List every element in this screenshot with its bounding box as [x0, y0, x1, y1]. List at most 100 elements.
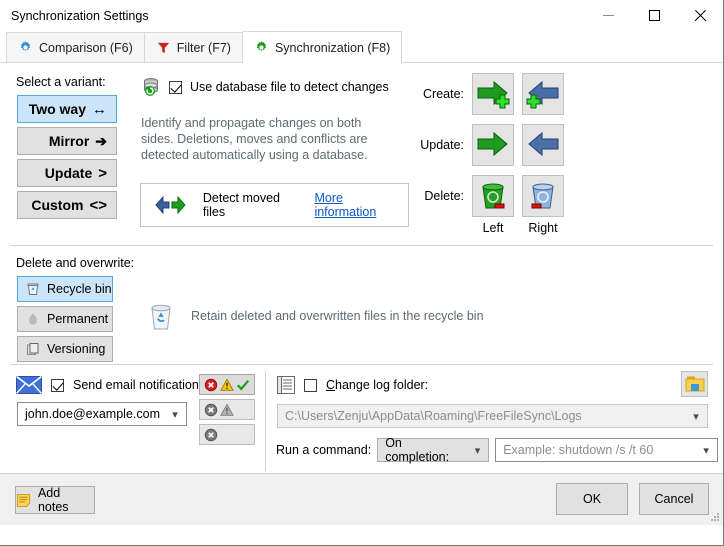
browse-log-folder-button[interactable] — [681, 371, 708, 397]
delete-right-button[interactable] — [522, 175, 564, 217]
command-input[interactable]: Example: shutdown /s /t 60 ▾ — [495, 438, 718, 462]
run-command-row: Run a command: On completion: ▾ Example:… — [276, 438, 718, 462]
two-way-arrow-icon: ↔ — [92, 102, 107, 117]
notification-level-group — [199, 374, 255, 445]
send-email-checkbox[interactable] — [51, 379, 64, 392]
minimize-button[interactable] — [585, 0, 631, 31]
variant-custom-label: Custom — [31, 197, 83, 213]
use-database-checkbox[interactable] — [169, 81, 182, 94]
resize-grip-icon[interactable] — [710, 512, 720, 522]
update-right-button[interactable] — [522, 124, 564, 166]
synchronization-settings-window: Synchronization Settings Comparison (F6)… — [0, 0, 724, 546]
notify-errors-only-button[interactable] — [199, 424, 255, 445]
log-folder-path-value: C:\Users\Zenju\AppData\Roaming\FreeFileS… — [285, 409, 582, 423]
create-left-button[interactable] — [472, 73, 514, 115]
log-folder-path-field[interactable]: C:\Users\Zenju\AppData\Roaming\FreeFileS… — [277, 404, 708, 428]
cancel-button[interactable]: Cancel — [639, 483, 709, 515]
ok-button[interactable]: OK — [556, 483, 628, 515]
add-notes-label: Add notes — [38, 486, 94, 514]
divider-bottom — [10, 364, 713, 365]
delete-overwrite-label: Delete and overwrite: — [16, 256, 134, 270]
window-controls — [585, 0, 723, 31]
notify-all-button[interactable] — [199, 374, 255, 395]
add-notes-button[interactable]: Add notes — [15, 486, 95, 514]
recycle-bin-large-icon — [145, 300, 177, 332]
variant-custom-button[interactable]: Custom <> — [17, 191, 117, 219]
variant-two-way-button[interactable]: Two way ↔ — [17, 95, 117, 123]
select-variant-label: Select a variant: — [16, 75, 106, 89]
flame-icon — [26, 312, 40, 326]
chevron-down-icon: ▾ — [695, 444, 717, 457]
blue-recycle-bin-icon — [528, 181, 558, 211]
more-information-link[interactable]: More information — [314, 191, 408, 219]
red-funnel-icon — [156, 40, 171, 55]
chevron-down-icon: ▾ — [467, 444, 488, 457]
envelope-icon — [16, 376, 42, 394]
variant-update-button[interactable]: Update > — [17, 159, 117, 187]
email-address-combobox[interactable]: john.doe@example.com ▾ — [17, 402, 187, 426]
green-recycle-bin-icon — [478, 181, 508, 211]
detect-moved-files-label: Detect moved files — [203, 191, 306, 219]
create-right-button[interactable] — [522, 73, 564, 115]
blue-left-arrow-icon — [526, 130, 560, 160]
close-icon — [694, 10, 706, 22]
delete-overwrite-description: Retain deleted and overwritten files in … — [191, 308, 484, 324]
maximize-icon — [649, 10, 660, 21]
minimize-icon — [603, 15, 614, 16]
create-label: Create: — [412, 87, 464, 101]
change-log-folder-checkbox[interactable] — [304, 379, 317, 392]
warning-icon — [220, 403, 234, 417]
command-trigger-value: On completion: — [385, 436, 467, 464]
close-button[interactable] — [677, 0, 723, 31]
ok-label: OK — [583, 492, 601, 506]
mirror-arrow-icon: ➔ — [95, 134, 107, 148]
email-address-value: john.doe@example.com — [25, 407, 160, 421]
use-database-label: Use database file to detect changes — [190, 80, 389, 94]
recycle-bin-button[interactable]: Recycle bin — [17, 276, 113, 302]
versioning-button[interactable]: Versioning — [17, 336, 113, 362]
create-row: Create: — [412, 73, 564, 115]
title-bar: Synchronization Settings — [0, 0, 723, 31]
tab-comparison[interactable]: Comparison (F6) — [6, 32, 145, 63]
use-database-row: Use database file to detect changes — [141, 77, 389, 97]
chevron-down-icon: ▾ — [685, 410, 707, 423]
permanent-label: Permanent — [47, 312, 108, 326]
delete-row: Delete: — [412, 175, 564, 217]
dialog-body: Select a variant: Two way ↔ Mirror ➔ Upd… — [0, 63, 723, 525]
direction-grid: Create: Update: — [412, 73, 564, 235]
versioning-label: Versioning — [47, 342, 105, 356]
delete-left-button[interactable] — [472, 175, 514, 217]
left-right-arrows-icon — [154, 196, 194, 214]
variant-mirror-button[interactable]: Mirror ➔ — [17, 127, 117, 155]
delete-label: Delete: — [412, 189, 464, 203]
recycle-bin-icon — [26, 282, 40, 296]
chevron-down-icon: ▾ — [164, 408, 186, 421]
direction-column-labels: Left Right — [412, 221, 564, 235]
tab-filter[interactable]: Filter (F7) — [144, 32, 243, 63]
database-sync-icon — [141, 77, 161, 97]
error-icon — [204, 378, 218, 392]
custom-arrows-icon: <> — [89, 198, 107, 213]
send-email-label: Send email notification: — [73, 378, 202, 392]
command-trigger-combobox[interactable]: On completion: ▾ — [377, 438, 489, 462]
tab-filter-label: Filter (F7) — [177, 41, 231, 55]
dialog-footer: Add notes OK Cancel — [0, 473, 723, 525]
tab-bar: Comparison (F6) Filter (F7) Synchronizat… — [0, 31, 723, 63]
green-right-arrow-icon — [476, 130, 510, 160]
command-placeholder: Example: shutdown /s /t 60 — [503, 443, 653, 457]
permanent-button[interactable]: Permanent — [17, 306, 113, 332]
recycle-bin-label: Recycle bin — [47, 282, 112, 296]
update-left-button[interactable] — [472, 124, 514, 166]
notify-errors-warnings-button[interactable] — [199, 399, 255, 420]
change-log-folder-row: Change log folder: — [277, 376, 428, 394]
tab-synchronization[interactable]: Synchronization (F8) — [242, 31, 402, 64]
success-icon — [236, 378, 250, 392]
log-list-icon — [277, 376, 295, 394]
cancel-label: Cancel — [655, 492, 694, 506]
update-arrow-icon: > — [98, 166, 107, 181]
versioning-files-icon — [26, 342, 40, 356]
maximize-button[interactable] — [631, 0, 677, 31]
warning-icon — [220, 378, 234, 392]
detect-moved-files-panel: Detect moved files More information — [140, 183, 409, 227]
variant-two-way-label: Two way — [29, 101, 86, 117]
